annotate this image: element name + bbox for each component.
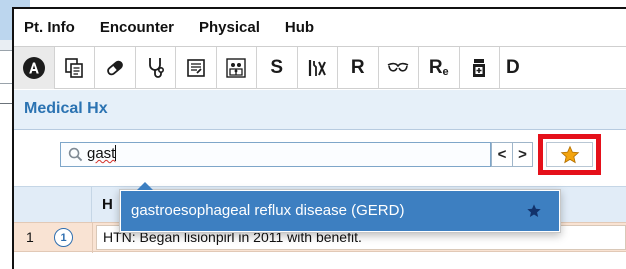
background-divider <box>0 50 12 51</box>
previous-button[interactable]: < <box>491 142 513 167</box>
search-area: gast < > <box>14 131 626 185</box>
autocomplete-item[interactable]: gastroesophageal reflux disease (GERD) <box>121 191 559 231</box>
toolbar-button-exam[interactable] <box>136 47 176 89</box>
cell-divider <box>92 223 93 253</box>
r-letter-icon: R <box>350 57 365 78</box>
background-divider <box>0 103 12 104</box>
notepad-icon <box>186 59 205 77</box>
d-letter-icon: D <box>506 57 520 78</box>
ehr-window: Pt. Info Encounter Physical Hub S R Re D… <box>12 7 626 269</box>
toolbar: S R Re D <box>14 46 626 89</box>
text-caret <box>115 145 117 161</box>
favorite-star-icon[interactable] <box>526 203 542 219</box>
search-field[interactable]: gast <box>60 142 491 167</box>
toolbar-button-pharmacy[interactable] <box>460 47 500 89</box>
background-window-strip <box>0 40 12 50</box>
section-header: Medical Hx <box>14 90 626 130</box>
toolbar-button-family-history[interactable] <box>217 47 257 89</box>
row-number-column-header <box>14 187 92 223</box>
menu-item-pt-info[interactable]: Pt. Info <box>24 19 75 36</box>
highlight-box <box>538 134 601 175</box>
toolbar-button-r[interactable]: R <box>338 47 379 89</box>
medicine-bottle-icon <box>473 59 486 77</box>
tools-icon <box>309 60 327 76</box>
toolbar-button-a[interactable] <box>14 47 55 89</box>
history-column-header[interactable]: H <box>102 196 113 213</box>
search-input[interactable]: gast <box>87 145 387 165</box>
s-letter-icon: S <box>270 57 284 78</box>
autocomplete-popup: gastroesophageal reflux disease (GERD) <box>119 182 561 233</box>
stethoscope-icon <box>149 58 165 78</box>
toolbar-button-copy[interactable] <box>55 47 95 89</box>
copy-docs-icon <box>65 58 84 78</box>
menu-item-hub[interactable]: Hub <box>285 19 314 36</box>
pill-icon <box>106 60 123 76</box>
screen: Pt. Info Encounter Physical Hub S R Re D… <box>0 0 626 269</box>
re-letter-icon: Re <box>428 57 449 78</box>
next-button[interactable]: > <box>513 142 533 167</box>
menu-item-encounter[interactable]: Encounter <box>100 19 174 36</box>
search-icon <box>68 147 83 162</box>
toolbar-button-d[interactable]: D <box>500 47 528 89</box>
page-title: Medical Hx <box>24 100 108 117</box>
a-circle-icon <box>22 57 45 79</box>
toolbar-button-notes[interactable] <box>176 47 217 89</box>
toolbar-button-procedures[interactable] <box>298 47 338 89</box>
toolbar-button-s[interactable]: S <box>257 47 298 89</box>
menu-item-physical[interactable]: Physical <box>199 19 260 36</box>
toolbar-button-re[interactable]: Re <box>419 47 460 89</box>
row-number: 1 <box>26 229 34 245</box>
toolbar-button-vision[interactable] <box>379 47 419 89</box>
family-icon <box>226 58 246 78</box>
toolbar-button-medications[interactable] <box>95 47 136 89</box>
row-badge-icon[interactable]: 1 <box>54 228 73 247</box>
background-divider <box>0 83 12 84</box>
autocomplete-item-label: gastroesophageal reflux disease (GERD) <box>131 202 405 219</box>
menu-bar: Pt. Info Encounter Physical Hub <box>14 9 626 46</box>
popup-pointer <box>137 182 153 190</box>
eyeglasses-icon <box>387 62 409 72</box>
